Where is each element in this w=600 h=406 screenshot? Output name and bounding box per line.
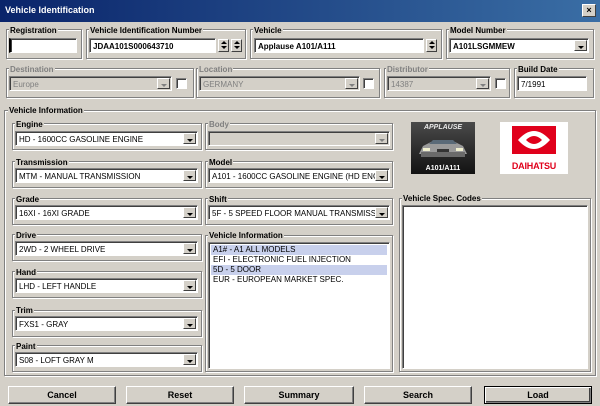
chevron-down-icon[interactable]: [476, 78, 489, 89]
paint-label: Paint: [15, 342, 37, 351]
vehicle-input[interactable]: Applause A101/A111: [254, 38, 424, 53]
chevron-down-icon[interactable]: [183, 170, 196, 181]
shift-select[interactable]: 5F - 5 SPEED FLOOR MANUAL TRANSMISSI: [208, 205, 390, 220]
vehicle-info-listbox[interactable]: A1# - A1 ALL MODELS EFI - ELECTRONIC FUE…: [208, 242, 390, 369]
trim-select[interactable]: FXS1 - GRAY: [15, 316, 198, 331]
hand-value: LHD - LEFT HANDLE: [19, 282, 97, 291]
chevron-down-icon[interactable]: [183, 318, 196, 329]
destination-checkbox[interactable]: [176, 78, 187, 89]
car-brand-text: APPLAUSE: [423, 124, 463, 131]
list-item[interactable]: 5D - 5 DOOR: [211, 265, 387, 275]
chevron-down-icon[interactable]: [183, 280, 196, 291]
registration-input[interactable]: [9, 38, 77, 53]
drive-select[interactable]: 2WD - 2 WHEEL DRIVE: [15, 241, 198, 256]
engine-select[interactable]: HD - 1600CC GASOLINE ENGINE: [15, 131, 198, 146]
model-number-value: A101LSGMMEW: [453, 42, 515, 51]
model-number-label: Model Number: [449, 26, 507, 35]
vin-input[interactable]: JDAA101S000643710: [89, 38, 216, 53]
registration-label: Registration: [9, 26, 58, 35]
body-label: Body: [208, 120, 230, 129]
build-date-input[interactable]: 7/1991: [517, 76, 587, 91]
daihatsu-logo-icon: [512, 126, 556, 154]
chevron-down-icon[interactable]: [574, 40, 587, 51]
build-date-label: Build Date: [517, 65, 559, 74]
shift-label: Shift: [208, 195, 228, 204]
chevron-down-icon[interactable]: [183, 243, 196, 254]
grade-label: Grade: [15, 195, 41, 204]
daihatsu-logo: DAIHATSU: [500, 122, 568, 174]
chevron-down-icon[interactable]: [183, 354, 196, 365]
chevron-down-icon[interactable]: [183, 207, 196, 218]
close-button[interactable]: ×: [582, 4, 596, 17]
engine-value: HD - 1600CC GASOLINE ENGINE: [19, 135, 144, 144]
vehicle-info-list-label: Vehicle Information: [208, 231, 284, 240]
vehicle-label: Vehicle: [253, 26, 283, 35]
vin-scan-button[interactable]: [231, 39, 242, 52]
paint-select[interactable]: S08 - LOFT GRAY M: [15, 352, 198, 367]
hand-select[interactable]: LHD - LEFT HANDLE: [15, 278, 198, 293]
vehicle-spin-button[interactable]: [426, 39, 437, 52]
model-label: Model: [208, 158, 234, 167]
load-button[interactable]: Load: [484, 386, 592, 404]
close-icon: ×: [586, 5, 592, 15]
transmission-value: MTM - MANUAL TRANSMISSION: [19, 172, 141, 181]
spec-codes-listbox[interactable]: [402, 205, 588, 369]
location-value: GERMANY: [203, 80, 244, 89]
logo-text: DAIHATSU: [511, 161, 557, 171]
list-item[interactable]: EUR - EUROPEAN MARKET SPEC.: [211, 275, 387, 285]
reset-button[interactable]: Reset: [126, 386, 234, 404]
car-icon: [419, 140, 467, 157]
distributor-label: Distributor: [386, 65, 429, 74]
engine-label: Engine: [15, 120, 44, 129]
search-button[interactable]: Search: [364, 386, 472, 404]
title-bar: Vehicle Identification ×: [0, 0, 600, 22]
location-select[interactable]: GERMANY: [199, 76, 360, 91]
chevron-down-icon[interactable]: [375, 133, 388, 144]
model-value: A101 - 1600CC GASOLINE ENGINE (HD ENGI: [212, 172, 382, 181]
chevron-down-icon[interactable]: [375, 207, 388, 218]
vehicle-image: APPLAUSE A101/A111: [411, 122, 475, 174]
cancel-button[interactable]: Cancel: [8, 386, 116, 404]
summary-button[interactable]: Summary: [244, 386, 354, 404]
distributor-checkbox[interactable]: [495, 78, 506, 89]
grade-select[interactable]: 16XI - 16XI GRADE: [15, 205, 198, 220]
location-checkbox[interactable]: [363, 78, 374, 89]
vin-spin-button[interactable]: [218, 39, 229, 52]
grade-value: 16XI - 16XI GRADE: [19, 209, 90, 218]
distributor-value: 14387: [391, 80, 414, 89]
spec-codes-label: Vehicle Spec. Codes: [402, 194, 482, 203]
hand-label: Hand: [15, 268, 37, 277]
model-select[interactable]: A101 - 1600CC GASOLINE ENGINE (HD ENGI: [208, 168, 390, 183]
destination-value: Europe: [13, 80, 39, 89]
paint-value: S08 - LOFT GRAY M: [19, 356, 94, 365]
destination-label: Destination: [9, 65, 55, 74]
transmission-select[interactable]: MTM - MANUAL TRANSMISSION: [15, 168, 198, 183]
body-select[interactable]: [208, 131, 390, 146]
car-model-text: A101/A111: [425, 165, 461, 172]
chevron-down-icon[interactable]: [345, 78, 358, 89]
location-label: Location: [198, 65, 234, 74]
drive-label: Drive: [15, 231, 38, 240]
chevron-down-icon[interactable]: [183, 133, 196, 144]
chevron-down-icon[interactable]: [157, 78, 170, 89]
vin-label: Vehicle Identification Number: [89, 26, 204, 35]
trim-value: FXS1 - GRAY: [19, 320, 69, 329]
distributor-select[interactable]: 14387: [387, 76, 491, 91]
shift-value: 5F - 5 SPEED FLOOR MANUAL TRANSMISSI: [212, 209, 379, 218]
list-item[interactable]: A1# - A1 ALL MODELS: [211, 245, 387, 255]
chevron-down-icon[interactable]: [375, 170, 388, 181]
vehicle-information-label: Vehicle Information: [8, 106, 84, 115]
drive-value: 2WD - 2 WHEEL DRIVE: [19, 245, 106, 254]
trim-label: Trim: [15, 306, 34, 315]
destination-select[interactable]: Europe: [9, 76, 172, 91]
model-number-select[interactable]: A101LSGMMEW: [449, 38, 589, 53]
transmission-label: Transmission: [15, 158, 69, 167]
window-title: Vehicle Identification: [5, 5, 95, 15]
list-item[interactable]: EFI - ELECTRONIC FUEL INJECTION: [211, 255, 387, 265]
